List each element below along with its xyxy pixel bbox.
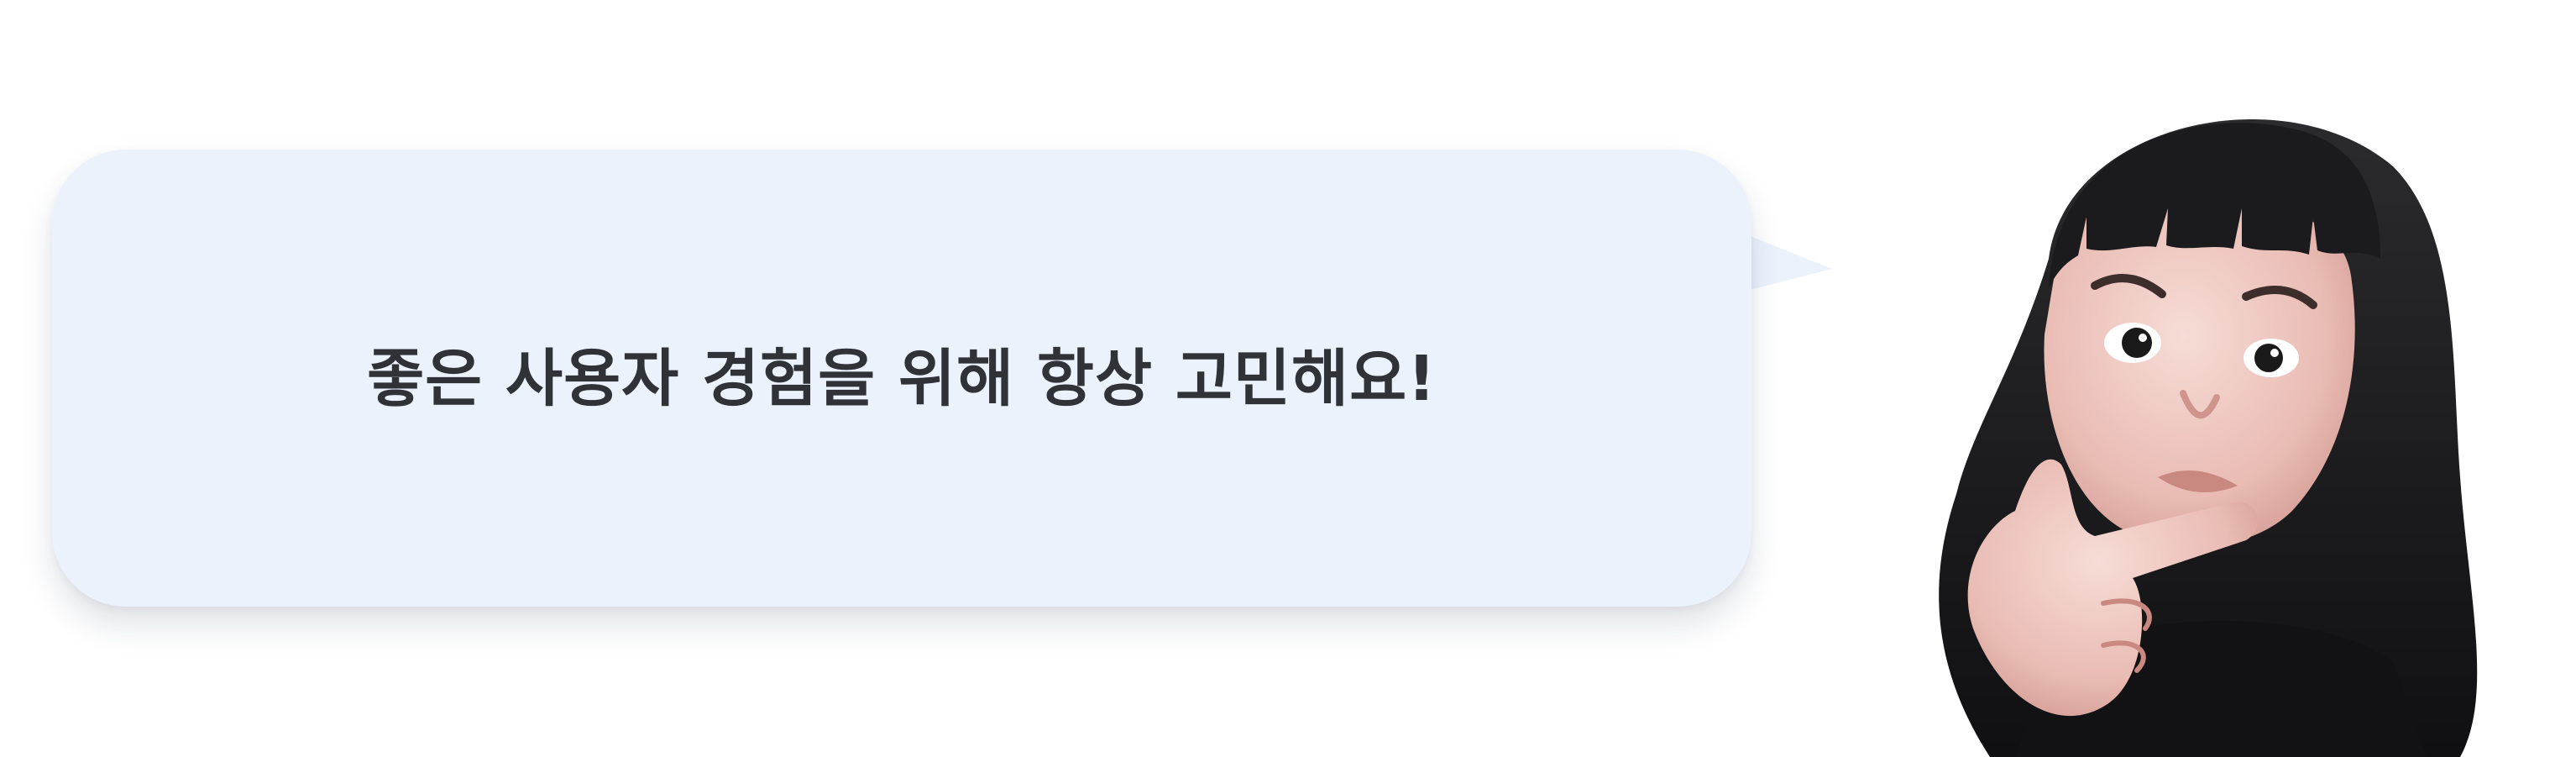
speech-bubble-body: 좋은 사용자 경험을 위해 항상 고민해요! [52,150,1751,607]
speech-bubble-message: 좋은 사용자 경험을 위해 항상 고민해요! [367,342,1437,415]
stage: 좋은 사용자 경험을 위해 항상 고민해요! [0,0,2576,757]
speech-bubble: 좋은 사용자 경험을 위해 항상 고민해요! [52,150,1832,607]
thinking-memoji-icon [1939,118,2478,757]
